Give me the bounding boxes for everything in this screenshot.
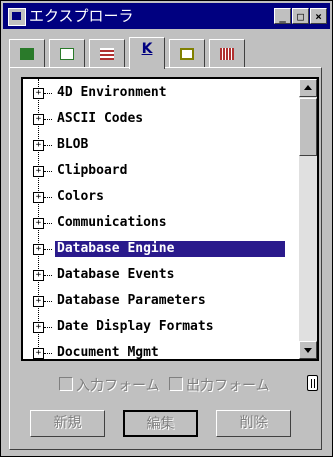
scroll-up-button[interactable]: [299, 79, 317, 97]
tree-item-label: Database Parameters: [57, 293, 206, 308]
checkbox-box[interactable]: [169, 377, 183, 391]
tree-connector: [44, 197, 52, 198]
maximize-button[interactable]: □: [292, 8, 309, 24]
tab-tables[interactable]: [89, 39, 125, 67]
tree-item[interactable]: + BLOB: [23, 135, 293, 160]
tree-item-label: BLOB: [57, 137, 89, 152]
tab-pictures[interactable]: [169, 39, 205, 67]
list-icon: [20, 48, 34, 60]
tab-methods[interactable]: [9, 39, 45, 67]
delete-button[interactable]: 削除: [216, 410, 291, 437]
tree-connector: [44, 93, 52, 94]
minimize-button[interactable]: _: [274, 8, 291, 24]
checkbox-box[interactable]: [59, 377, 73, 391]
edit-button[interactable]: 編集: [123, 410, 198, 437]
tree-connector: [44, 249, 52, 250]
expand-icon[interactable]: +: [33, 140, 44, 151]
new-button[interactable]: 新規: [30, 410, 105, 437]
tree-item-label: Communications: [57, 215, 167, 230]
expand-icon[interactable]: +: [33, 270, 44, 281]
expand-icon[interactable]: +: [33, 218, 44, 229]
constants-icon: K: [141, 41, 153, 57]
window-title: エクスプローラ: [29, 7, 134, 25]
scroll-down-button[interactable]: [299, 341, 317, 359]
tree-item[interactable]: + Database Parameters: [23, 291, 293, 316]
input-form-label: 入力フォーム: [76, 378, 160, 394]
expand-icon[interactable]: +: [33, 322, 44, 333]
expand-icon[interactable]: +: [33, 166, 44, 177]
tools-icon: [220, 48, 234, 60]
expand-icon[interactable]: +: [33, 192, 44, 203]
tab-forms[interactable]: [49, 39, 85, 67]
arrow-up-icon: [304, 85, 312, 90]
tree-item[interactable]: + Communications: [23, 213, 293, 238]
picture-icon: [180, 48, 194, 60]
tree-item[interactable]: + Database Events: [23, 265, 293, 290]
tree-item[interactable]: + Date Display Formats: [23, 317, 293, 342]
close-button[interactable]: ×: [310, 8, 327, 24]
expand-icon[interactable]: +: [33, 296, 44, 307]
tree-connector: [44, 171, 52, 172]
tree-item-label: 4D Environment: [57, 85, 167, 100]
tree-item[interactable]: + Colors: [23, 187, 293, 212]
trash-icon[interactable]: [307, 375, 318, 391]
tree-item[interactable]: + Clipboard: [23, 161, 293, 186]
tree-connector: [44, 275, 52, 276]
tree-item[interactable]: + Database Engine: [23, 239, 293, 264]
expand-icon[interactable]: +: [33, 244, 44, 255]
arrow-down-icon: [304, 348, 312, 353]
explorer-window: エクスプローラ _ □ × K +4D Environment + ASCII Co…: [0, 0, 333, 457]
tree-item-label: Date Display Formats: [57, 319, 214, 334]
form-icon: [60, 48, 74, 60]
title-bar[interactable]: エクスプローラ _ □ ×: [3, 3, 330, 29]
tree-item-label: Clipboard: [57, 163, 128, 178]
tree-item[interactable]: + Document Mgmt: [23, 343, 293, 360]
tree-item[interactable]: +4D Environment: [23, 83, 293, 108]
tree-connector: [44, 353, 52, 354]
constants-tree[interactable]: +4D Environment + ASCII Codes + BLOB + Clipboa…: [21, 77, 319, 361]
scroll-thumb[interactable]: [299, 98, 317, 156]
vertical-scrollbar[interactable]: [299, 79, 317, 359]
expand-icon[interactable]: +: [33, 348, 44, 359]
tree-item-label: Document Mgmt: [57, 345, 159, 360]
tree-connector: [44, 223, 52, 224]
tree-connector: [44, 301, 52, 302]
tree-connector: [44, 327, 52, 328]
expand-icon[interactable]: +: [33, 88, 44, 99]
output-form-label: 出力フォーム: [186, 378, 270, 394]
tree-item-label: ASCII Codes: [57, 111, 144, 126]
table-icon: [100, 48, 114, 60]
app-icon[interactable]: [8, 8, 26, 26]
expand-icon[interactable]: +: [33, 114, 44, 125]
tree-item[interactable]: + ASCII Codes: [23, 109, 293, 134]
tab-tools[interactable]: [209, 39, 245, 67]
tree-item-label: Database Events: [57, 267, 175, 282]
tree-item-label: Colors: [57, 189, 104, 204]
tree-connector: [44, 145, 52, 146]
tab-constants[interactable]: K: [129, 37, 165, 69]
tree-connector: [44, 119, 52, 120]
tree-item-label: Database Engine: [55, 241, 285, 257]
